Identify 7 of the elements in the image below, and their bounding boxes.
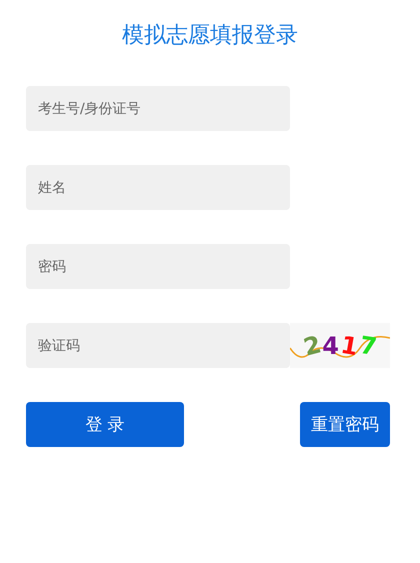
page-title: 模拟志愿填报登录 [121,22,299,50]
input-field[interactable]: 密码 [26,244,290,289]
input-field[interactable]: 验证码 [26,323,290,368]
input-field[interactable]: 考生号/身份证号 [26,86,290,131]
input-field[interactable]: 姓名 [26,165,290,210]
login-button[interactable]: 登 录 [26,402,184,447]
reset-password-button[interactable]: 重置密码 [300,402,390,447]
